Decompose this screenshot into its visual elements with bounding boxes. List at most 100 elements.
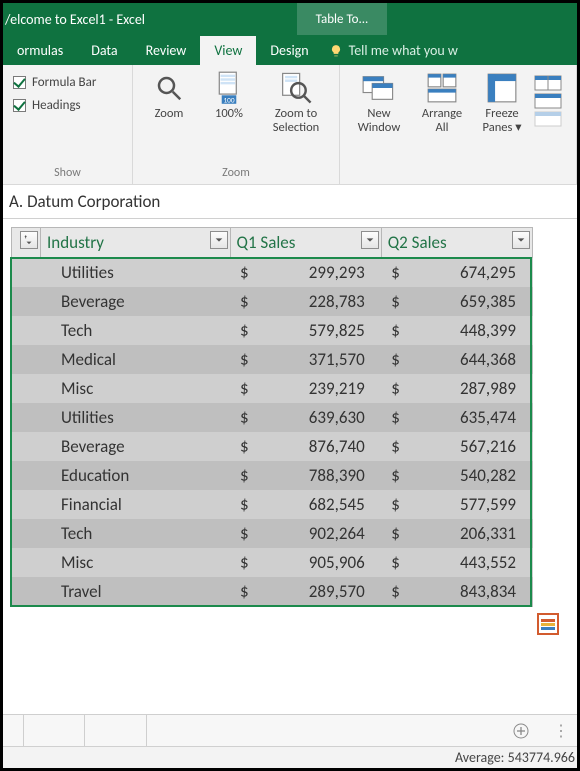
cell-q2[interactable]: 448,399 xyxy=(410,316,533,345)
row-index-cell xyxy=(12,432,41,461)
table-row[interactable]: Education$788,390$540,282 xyxy=(12,461,533,490)
freeze-panes-button[interactable]: Freeze Panes ▾ xyxy=(474,71,530,135)
checkbox-headings-label: Headings xyxy=(32,98,81,113)
checkbox-formula-bar[interactable]: Formula Bar xyxy=(11,71,124,94)
table-row[interactable]: Beverage$876,740$567,216 xyxy=(12,432,533,461)
cell-q1[interactable]: 788,390 xyxy=(259,461,382,490)
cell-q1[interactable]: 902,264 xyxy=(259,519,382,548)
cell-q1[interactable]: 239,219 xyxy=(259,374,382,403)
tab-view[interactable]: View xyxy=(200,36,256,65)
table-row[interactable]: Misc$239,219$287,989 xyxy=(12,374,533,403)
tell-me-search[interactable]: Tell me what you w xyxy=(323,36,464,65)
cell-q2[interactable]: 206,331 xyxy=(410,519,533,548)
cell-q2[interactable]: 659,385 xyxy=(410,287,533,316)
cell-q2[interactable]: 287,989 xyxy=(410,374,533,403)
contextual-tab-table-tools[interactable]: Table To... xyxy=(297,3,387,35)
new-sheet-button[interactable] xyxy=(497,723,545,739)
new-window-button[interactable]: New Window xyxy=(348,71,410,135)
strip-grip-icon[interactable]: ⋮ xyxy=(545,721,577,741)
ribbon-group-window: New Window Arrange All Freeze Panes ▾ xyxy=(340,65,577,184)
table-row[interactable]: Beverage$228,783$659,385 xyxy=(12,287,533,316)
cell-q2[interactable]: 577,599 xyxy=(410,490,533,519)
cell-industry[interactable]: Medical xyxy=(40,345,230,374)
cell-industry[interactable]: Education xyxy=(40,461,230,490)
column-header-industry-label: Industry xyxy=(47,232,104,253)
cell-currency: $ xyxy=(381,316,410,345)
worksheet[interactable]: Industry Q1 Sales Q2 Sales Utilities$299… xyxy=(3,219,577,607)
table-header-row: Industry Q1 Sales Q2 Sales xyxy=(12,228,533,258)
filter-dropdown-icon[interactable] xyxy=(210,231,228,249)
checkbox-headings[interactable]: Headings xyxy=(11,94,124,117)
cell-q2[interactable]: 443,552 xyxy=(410,548,533,577)
titlebar: /elcome to Excel1 - Excel Table To... xyxy=(3,3,577,35)
tab-formulas[interactable]: ormulas xyxy=(3,36,77,65)
cell-q1[interactable]: 682,545 xyxy=(259,490,382,519)
row-index-cell xyxy=(12,287,41,316)
table-row[interactable]: Utilities$639,630$635,474 xyxy=(12,403,533,432)
lightbulb-icon xyxy=(329,44,343,58)
cell-industry[interactable]: Utilities xyxy=(40,403,230,432)
cell-q2[interactable]: 635,474 xyxy=(410,403,533,432)
freeze-panes-label: Freeze Panes ▾ xyxy=(474,107,530,135)
sheet-tab-area-2[interactable] xyxy=(85,715,147,746)
cell-q1[interactable]: 371,570 xyxy=(259,345,382,374)
quick-analysis-button[interactable] xyxy=(537,613,559,635)
arrange-all-button[interactable]: Arrange All xyxy=(414,71,470,135)
filter-dropdown-icon[interactable] xyxy=(361,231,379,249)
cell-currency: $ xyxy=(230,258,259,288)
cell-q1[interactable]: 876,740 xyxy=(259,432,382,461)
checkbox-formula-bar-label: Formula Bar xyxy=(32,75,96,90)
zoom-to-selection-label: Zoom to Selection xyxy=(261,107,331,135)
cell-industry[interactable]: Beverage xyxy=(40,287,230,316)
cell-industry[interactable]: Misc xyxy=(40,374,230,403)
cell-q1[interactable]: 579,825 xyxy=(259,316,382,345)
cell-q2[interactable]: 540,282 xyxy=(410,461,533,490)
hide-icon[interactable] xyxy=(534,93,562,109)
zoom-button[interactable]: Zoom xyxy=(141,71,197,135)
cell-industry[interactable]: Travel xyxy=(40,577,230,607)
cell-q1[interactable]: 299,293 xyxy=(259,258,382,288)
tab-design[interactable]: Design xyxy=(256,36,322,65)
cell-industry[interactable]: Financial xyxy=(40,490,230,519)
sort-dropdown-icon[interactable] xyxy=(20,231,38,249)
cell-q2[interactable]: 567,216 xyxy=(410,432,533,461)
cell-industry[interactable]: Misc xyxy=(40,548,230,577)
cell-currency: $ xyxy=(381,490,410,519)
tab-review[interactable]: Review xyxy=(132,36,201,65)
unhide-icon[interactable] xyxy=(534,111,562,127)
zoom-100-button[interactable]: 100 100% xyxy=(201,71,257,135)
split-icon[interactable] xyxy=(534,75,562,91)
cell-q2[interactable]: 674,295 xyxy=(410,258,533,288)
cell-q1[interactable]: 905,906 xyxy=(259,548,382,577)
cell-industry[interactable]: Utilities xyxy=(40,258,230,288)
table-row[interactable]: Financial$682,545$577,599 xyxy=(12,490,533,519)
zoom-to-selection-button[interactable]: Zoom to Selection xyxy=(261,71,331,135)
cell-industry[interactable]: Tech xyxy=(40,519,230,548)
column-header-industry[interactable]: Industry xyxy=(40,228,230,258)
column-header-index[interactable] xyxy=(12,228,41,258)
column-header-q2[interactable]: Q2 Sales xyxy=(381,228,532,258)
table-row[interactable]: Medical$371,570$644,368 xyxy=(12,345,533,374)
filter-dropdown-icon[interactable] xyxy=(512,231,530,249)
cell-q1[interactable]: 228,783 xyxy=(259,287,382,316)
table-row[interactable]: Travel$289,570$843,834 xyxy=(12,577,533,607)
cell-q2[interactable]: 644,368 xyxy=(410,345,533,374)
cell-q2[interactable]: 843,834 xyxy=(410,577,533,607)
column-header-q1[interactable]: Q1 Sales xyxy=(230,228,381,258)
table-row[interactable]: Utilities$299,293$674,295 xyxy=(12,258,533,288)
arrange-all-label: Arrange All xyxy=(414,107,470,135)
table-row[interactable]: Misc$905,906$443,552 xyxy=(12,548,533,577)
cell-currency: $ xyxy=(381,403,410,432)
tab-data[interactable]: Data xyxy=(77,36,131,65)
table-row[interactable]: Tech$902,264$206,331 xyxy=(12,519,533,548)
cell-industry[interactable]: Beverage xyxy=(40,432,230,461)
tab-nav-area[interactable] xyxy=(3,715,24,746)
table-row[interactable]: Tech$579,825$448,399 xyxy=(12,316,533,345)
cell-q1[interactable]: 639,630 xyxy=(259,403,382,432)
freeze-panes-icon xyxy=(485,71,519,105)
cell-currency: $ xyxy=(381,432,410,461)
cell-q1[interactable]: 289,570 xyxy=(259,577,382,607)
cell-industry[interactable]: Tech xyxy=(40,316,230,345)
sheet-tab-area[interactable] xyxy=(24,715,86,746)
tell-me-placeholder: Tell me what you w xyxy=(349,42,458,59)
